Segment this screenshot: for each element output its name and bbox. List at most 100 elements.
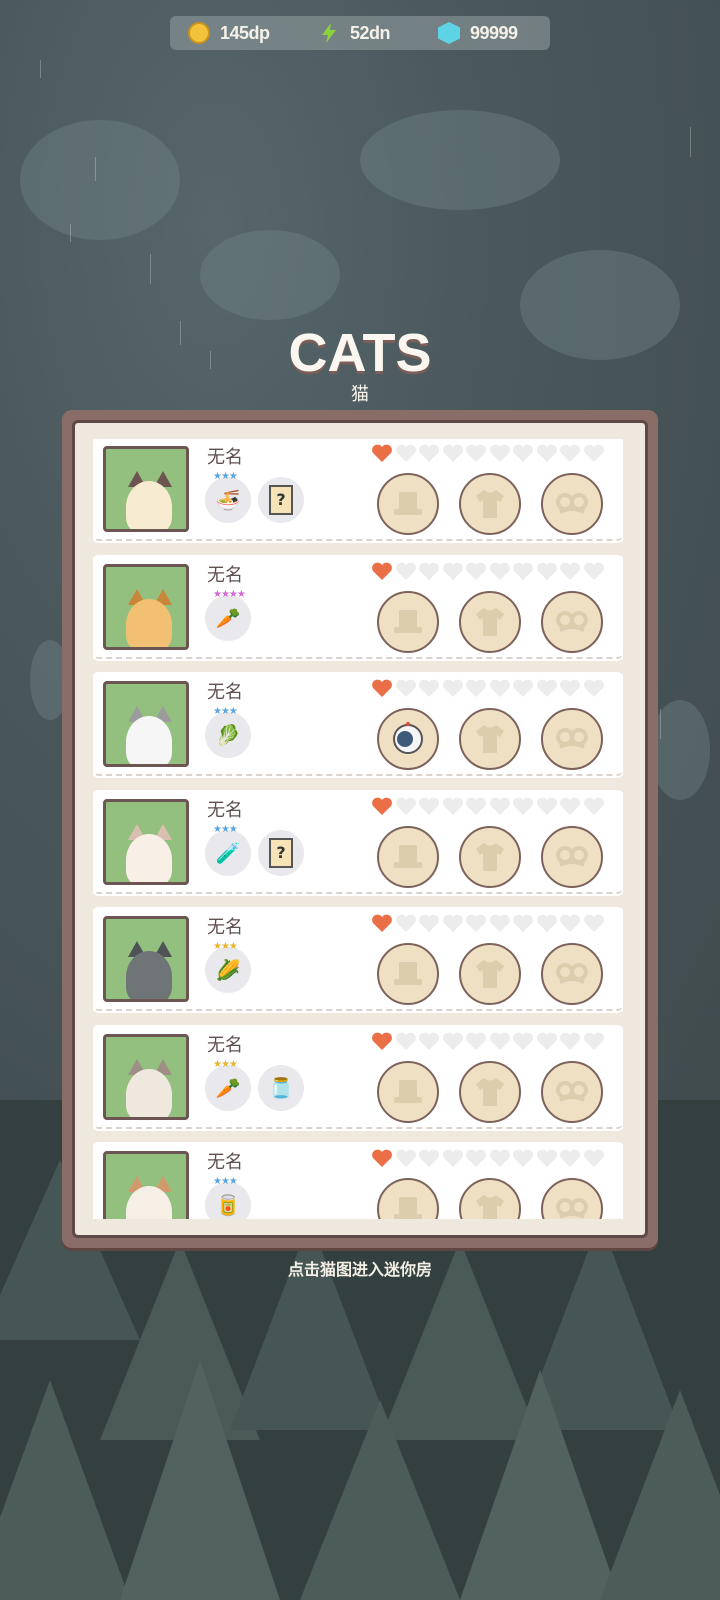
heart-empty-icon bbox=[583, 1148, 605, 1168]
cat-icon bbox=[126, 951, 172, 999]
rain-streak bbox=[95, 157, 96, 181]
hat-slot-button[interactable] bbox=[377, 1060, 439, 1123]
affection-hearts bbox=[371, 796, 606, 816]
rating-stars: ★★★ bbox=[213, 471, 238, 482]
tree bbox=[300, 1400, 460, 1600]
affection-hearts bbox=[371, 1148, 606, 1168]
hint-text: 点击猫图进入迷你房 bbox=[287, 1260, 432, 1279]
cat-row[interactable]: 无名 🥕 ★★★ 🫙 bbox=[93, 1026, 623, 1129]
shirt-slot-button[interactable] bbox=[459, 825, 521, 888]
hat-slot-button[interactable] bbox=[377, 473, 439, 535]
carrot-icon[interactable]: 🥕 ★★★★ bbox=[205, 589, 251, 641]
shirt-slot-button[interactable] bbox=[459, 943, 521, 1005]
heart-empty-icon bbox=[583, 796, 605, 816]
corn-icon[interactable]: 🌽 ★★★ bbox=[205, 941, 251, 993]
cat-name: 无名 bbox=[207, 799, 243, 821]
cat-row[interactable]: 无名 🍜 ★★★? bbox=[93, 439, 623, 541]
hat-slot-button[interactable] bbox=[377, 1178, 439, 1219]
heart-empty-icon bbox=[559, 1148, 581, 1168]
glasses-slot-button[interactable] bbox=[541, 1060, 603, 1123]
coin-value: 145dp bbox=[220, 22, 270, 43]
shirt-slot-button[interactable] bbox=[459, 1178, 521, 1219]
noodle-bowl-icon[interactable]: 🍜 ★★★ bbox=[205, 471, 251, 523]
heart-empty-icon bbox=[418, 913, 440, 933]
heart-empty-icon bbox=[559, 796, 581, 816]
cat-row[interactable]: 无名 🥕 ★★★★ bbox=[93, 556, 623, 659]
heart-empty-icon bbox=[559, 913, 581, 933]
glasses-slot-button[interactable] bbox=[541, 708, 603, 770]
cat-name: 无名 bbox=[207, 564, 243, 586]
heart-filled-icon bbox=[371, 1031, 393, 1051]
cat-thumbnail[interactable] bbox=[103, 916, 189, 1002]
carrot-icon[interactable]: 🥕 ★★★ bbox=[205, 1059, 251, 1111]
glasses-slot-button[interactable] bbox=[541, 943, 603, 1005]
unknown-item-icon[interactable]: ? bbox=[258, 477, 304, 523]
shirt-slot-button[interactable] bbox=[459, 708, 521, 770]
cat-thumbnail[interactable] bbox=[103, 446, 189, 532]
glasses-icon bbox=[556, 1080, 588, 1102]
jar-icon[interactable]: 🫙 bbox=[258, 1064, 304, 1111]
glasses-icon bbox=[556, 963, 588, 984]
hat-icon bbox=[394, 609, 422, 633]
cat-thumbnail[interactable] bbox=[103, 1151, 189, 1219]
heart-filled-icon bbox=[371, 796, 393, 816]
heart-empty-icon bbox=[583, 561, 605, 581]
astronaut-helmet-button[interactable] bbox=[377, 708, 439, 770]
glasses-slot-button[interactable] bbox=[541, 1178, 603, 1219]
hat-icon bbox=[394, 1079, 422, 1103]
heart-empty-icon bbox=[418, 1148, 440, 1168]
cat-list[interactable]: 无名 🍜 ★★★? 无名 🥕 ★★★★ 无名 🥬 ★★★ 无名 🧪 ★★★? 无名 🌽 ★★★ 无名 🥕 ★★★ 🫙… bbox=[93, 439, 623, 1219]
heart-empty-icon bbox=[536, 1031, 558, 1051]
cat-icon bbox=[126, 716, 172, 764]
gem-counter[interactable]: 99999 bbox=[438, 16, 548, 50]
energy-counter[interactable]: 52dn bbox=[318, 16, 438, 50]
affection-hearts bbox=[371, 561, 606, 581]
heart-empty-icon bbox=[536, 443, 558, 463]
tree bbox=[0, 1380, 130, 1600]
cat-thumbnail[interactable] bbox=[103, 798, 189, 885]
shirt-slot-button[interactable] bbox=[459, 590, 521, 653]
heart-empty-icon bbox=[536, 678, 558, 698]
hat-slot-button[interactable] bbox=[377, 943, 439, 1005]
unknown-item-icon[interactable]: ? bbox=[258, 829, 304, 876]
lettuce-icon[interactable]: 🥬 ★★★ bbox=[205, 706, 251, 758]
heart-empty-icon bbox=[489, 443, 511, 463]
cat-row[interactable]: 无名 🥫 ★★★ bbox=[93, 1144, 623, 1219]
heart-empty-icon bbox=[442, 1148, 464, 1168]
heart-empty-icon bbox=[395, 443, 417, 463]
glasses-slot-button[interactable] bbox=[541, 473, 603, 535]
page-title: CATS bbox=[288, 323, 432, 383]
shirt-slot-button[interactable] bbox=[459, 1060, 521, 1123]
food-icon[interactable]: 🥫 ★★★ bbox=[205, 1176, 251, 1219]
tree bbox=[600, 1390, 720, 1600]
potion-icon[interactable]: 🧪 ★★★ bbox=[205, 824, 251, 876]
heart-empty-icon bbox=[583, 443, 605, 463]
cat-thumbnail[interactable] bbox=[103, 563, 189, 650]
cat-thumbnail[interactable] bbox=[103, 681, 189, 767]
heart-empty-icon bbox=[442, 443, 464, 463]
shirt-icon bbox=[476, 607, 504, 636]
tree bbox=[120, 1360, 280, 1600]
heart-empty-icon bbox=[512, 796, 534, 816]
heart-empty-icon bbox=[395, 796, 417, 816]
cat-row[interactable]: 无名 🧪 ★★★? bbox=[93, 791, 623, 894]
tree bbox=[460, 1370, 620, 1600]
heart-empty-icon bbox=[465, 443, 487, 463]
heart-empty-icon bbox=[512, 678, 534, 698]
shirt-slot-button[interactable] bbox=[459, 473, 521, 535]
rain-streak bbox=[40, 60, 41, 78]
cat-row[interactable]: 无名 🌽 ★★★ bbox=[93, 909, 623, 1011]
hat-slot-button[interactable] bbox=[377, 590, 439, 653]
affection-hearts bbox=[371, 443, 606, 463]
coin-counter[interactable]: 145dp bbox=[188, 16, 318, 50]
cat-row[interactable]: 无名 🥬 ★★★ bbox=[93, 674, 623, 776]
glasses-slot-button[interactable] bbox=[541, 590, 603, 653]
glasses-slot-button[interactable] bbox=[541, 825, 603, 888]
glasses-icon bbox=[556, 610, 588, 632]
map-decoration bbox=[200, 230, 340, 320]
cat-thumbnail[interactable] bbox=[103, 1033, 189, 1120]
lightning-icon bbox=[318, 22, 340, 44]
hat-slot-button[interactable] bbox=[377, 825, 439, 888]
rain-streak bbox=[660, 709, 661, 739]
heart-empty-icon bbox=[489, 561, 511, 581]
